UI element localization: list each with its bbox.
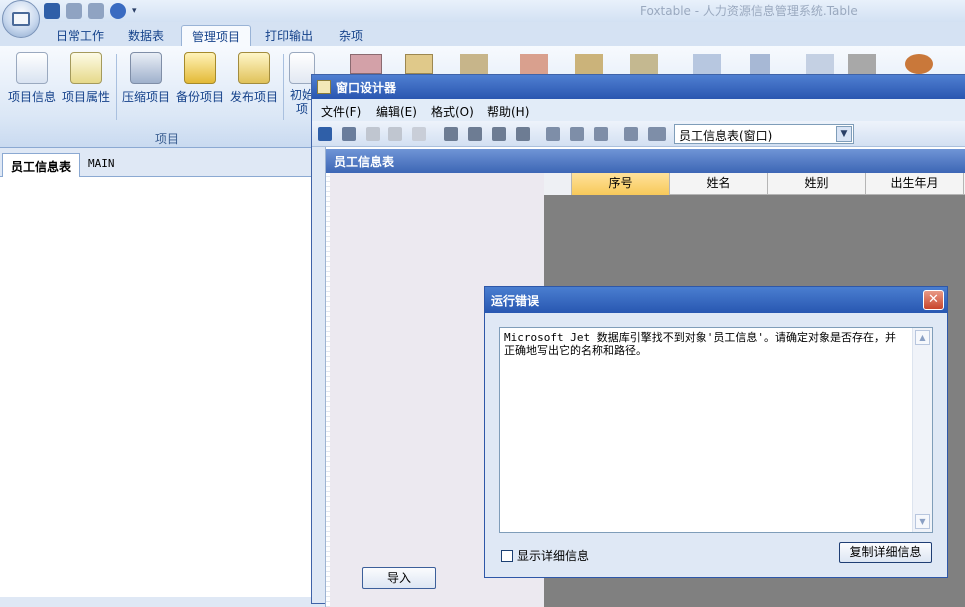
grid-corner[interactable] — [544, 173, 572, 195]
column-header[interactable]: 姓别 — [768, 173, 866, 195]
clipboard-icon[interactable] — [405, 54, 433, 74]
project-properties-button[interactable]: 项目属性 — [58, 52, 114, 105]
designer-toolbar: 员工信息表(窗口) ▼ — [312, 121, 965, 147]
backup-icon — [184, 52, 216, 84]
same-size-icon[interactable] — [594, 127, 608, 141]
window-icon — [12, 12, 30, 26]
initialize-label-line2: 项 — [295, 102, 308, 116]
paste-icon[interactable] — [412, 127, 426, 141]
horizontal-spacing-icon[interactable] — [648, 127, 666, 141]
error-message-box[interactable]: Microsoft Jet 数据库引擎找不到对象'员工信息'。请确定对象是否存在… — [499, 327, 933, 533]
publish-project-label: 发布项目 — [229, 90, 278, 104]
import-button[interactable]: 导入 — [362, 567, 436, 589]
tools-icon[interactable] — [575, 54, 603, 74]
tab-data-table[interactable]: 数据表 — [118, 25, 174, 46]
app-title: Foxtable - 人力资源信息管理系统.Table — [640, 4, 858, 18]
grid-header: 序号 姓名 姓别 出生年月 — [544, 173, 965, 195]
scroll-down-icon[interactable]: ▼ — [915, 514, 930, 529]
redo-icon[interactable] — [88, 3, 104, 19]
application-menu-button[interactable] — [2, 0, 40, 38]
project-properties-label: 项目属性 — [61, 90, 110, 104]
column-header[interactable]: 序号 — [572, 173, 670, 195]
edit-icon[interactable] — [460, 54, 488, 74]
compress-project-button[interactable]: 压缩项目 — [118, 52, 174, 105]
align-top-icon[interactable] — [492, 127, 506, 141]
quick-access-toolbar: ▾ — [44, 1, 137, 21]
tab-manage-project[interactable]: 管理项目 — [181, 25, 252, 46]
customize-arrow-icon[interactable]: ▾ — [132, 6, 137, 16]
same-width-icon[interactable] — [546, 127, 560, 141]
copy-icon[interactable] — [388, 127, 402, 141]
tab-order-icon[interactable] — [342, 127, 356, 141]
users-icon[interactable] — [905, 54, 933, 74]
delete-icon[interactable] — [366, 127, 380, 141]
calendar-icon[interactable] — [693, 54, 721, 74]
chart-icon[interactable] — [630, 54, 658, 74]
menu-help[interactable]: 帮助(H) — [487, 103, 529, 120]
error-message: Microsoft Jet 数据库引擎找不到对象'员工信息'。请确定对象是否存在… — [504, 331, 896, 357]
group-label-project: 项目 — [155, 132, 180, 146]
copy-details-button[interactable]: 复制详细信息 — [839, 542, 932, 563]
publish-icon — [238, 52, 270, 84]
designer-menu-bar: 文件(F) 编辑(E) 格式(O) 帮助(H) — [312, 99, 965, 121]
runtime-error-dialog: 运行错误 ✕ Microsoft Jet 数据库引擎找不到对象'员工信息'。请确… — [484, 286, 948, 578]
save-icon[interactable] — [318, 127, 332, 141]
window-list-icon[interactable] — [806, 54, 834, 74]
tab-main[interactable]: MAIN — [80, 153, 123, 177]
backup-project-label: 备份项目 — [175, 90, 224, 104]
form-caption: 员工信息表 — [334, 155, 395, 169]
show-details-checkbox[interactable]: 显示详细信息 — [501, 547, 589, 564]
gear-icon[interactable] — [848, 54, 876, 74]
menu-file[interactable]: 文件(F) — [321, 103, 361, 120]
tab-misc[interactable]: 杂项 — [329, 25, 373, 46]
table-view-area[interactable] — [0, 177, 312, 597]
object-select[interactable]: 员工信息表(窗口) ▼ — [674, 124, 854, 144]
form-caption-bar: 员工信息表 — [326, 149, 965, 173]
error-dialog-title: 运行错误 — [491, 294, 540, 308]
form-icon[interactable] — [350, 54, 382, 74]
column-header[interactable]: 姓名 — [670, 173, 768, 195]
vertical-spacing-icon[interactable] — [624, 127, 638, 141]
left-tab-strip: 员工信息表 MAIN — [0, 150, 312, 177]
tab-print-output[interactable]: 打印输出 — [255, 25, 323, 46]
designer-icon — [317, 80, 331, 94]
menu-edit[interactable]: 编辑(E) — [376, 103, 417, 120]
menu-format[interactable]: 格式(O) — [431, 103, 474, 120]
align-right-icon[interactable] — [468, 127, 482, 141]
column-header[interactable]: 出生年月 — [866, 173, 964, 195]
same-height-icon[interactable] — [570, 127, 584, 141]
error-dialog-title-bar: 运行错误 — [485, 287, 947, 313]
align-left-icon[interactable] — [444, 127, 458, 141]
tab-employee-info[interactable]: 员工信息表 — [2, 153, 81, 177]
title-bar: ▾ Foxtable - 人力资源信息管理系统.Table — [0, 0, 965, 22]
designer-title-bar: 窗口设计器 — [312, 75, 965, 99]
bar-icon[interactable] — [750, 54, 770, 74]
vertical-scrollbar[interactable]: ▲ ▼ — [912, 328, 932, 532]
object-select-value: 员工信息表(窗口) — [679, 129, 773, 143]
properties-icon — [70, 52, 102, 84]
help-icon[interactable] — [110, 3, 126, 19]
compress-icon — [130, 52, 162, 84]
ribbon-separator — [116, 54, 117, 120]
publish-project-button[interactable]: 发布项目 — [226, 52, 282, 105]
compress-project-label: 压缩项目 — [121, 90, 170, 104]
show-details-label: 显示详细信息 — [517, 549, 590, 563]
close-icon[interactable]: ✕ — [923, 290, 944, 310]
undo-icon[interactable] — [66, 3, 82, 19]
ribbon-tab-strip: 日常工作 数据表 管理项目 打印输出 杂项 — [0, 22, 965, 46]
tab-daily-work[interactable]: 日常工作 — [46, 25, 114, 46]
backup-project-button[interactable]: 备份项目 — [172, 52, 228, 105]
designer-title: 窗口设计器 — [336, 81, 397, 95]
scroll-up-icon[interactable]: ▲ — [915, 330, 930, 345]
checkbox-icon[interactable] — [501, 549, 513, 562]
project-info-label: 项目信息 — [7, 90, 56, 104]
align-bottom-icon[interactable] — [516, 127, 530, 141]
checklist-icon[interactable] — [520, 54, 548, 74]
chevron-down-icon[interactable]: ▼ — [836, 126, 852, 142]
certificate-icon — [16, 52, 48, 84]
project-info-button[interactable]: 项目信息 — [4, 52, 60, 105]
save-icon[interactable] — [44, 3, 60, 19]
